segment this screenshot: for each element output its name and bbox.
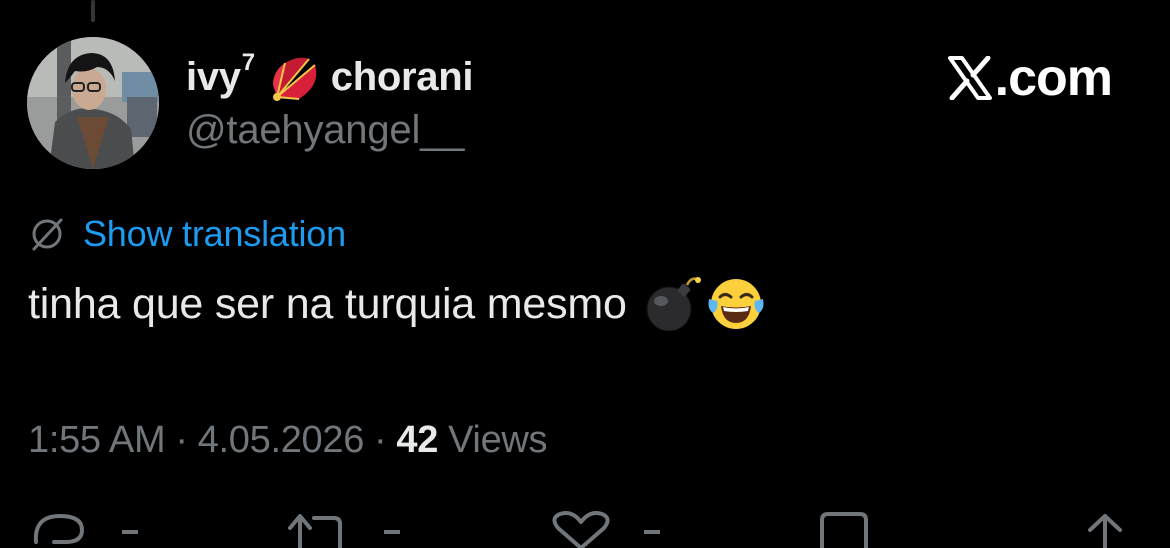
x-brand-watermark: .com	[947, 49, 1113, 107]
globe-icon	[32, 218, 63, 251]
like-icon[interactable]	[548, 508, 614, 548]
display-name[interactable]: ivy	[186, 55, 241, 100]
views-count: 42	[396, 418, 439, 461]
bomb-emoji	[646, 277, 701, 332]
tweet-meta: 1:55 AM · 4.05.2026 · 42 Views	[28, 416, 548, 464]
retweet-count	[384, 530, 400, 534]
retweet-icon[interactable]	[282, 508, 352, 548]
reply-count	[122, 530, 138, 534]
like-count	[644, 530, 660, 534]
avatar-photo	[27, 37, 159, 169]
thread-connector-line	[91, 0, 95, 22]
tweet-text: tinha que ser na turquia mesmo	[28, 274, 767, 334]
show-translation-link[interactable]: Show translation	[83, 213, 346, 255]
x-logo-icon	[947, 56, 992, 100]
tweet-time[interactable]: 1:55 AM	[28, 419, 166, 462]
share-icon[interactable]	[1080, 508, 1130, 548]
x-brand-text: .com	[994, 49, 1113, 107]
display-name-superscript: 7	[241, 49, 255, 76]
show-translation-row[interactable]: Show translation	[28, 212, 346, 256]
meta-separator: ·	[175, 418, 188, 461]
user-handle[interactable]: @taehyangel__	[186, 108, 464, 153]
avatar[interactable]	[27, 37, 159, 169]
action-bar	[0, 508, 1170, 548]
face-with-tears-of-joy-emoji	[708, 279, 764, 329]
tweet-date[interactable]: 4.05.2026	[198, 419, 365, 462]
tweet-body-text: tinha que ser na turquia mesmo	[28, 279, 627, 328]
folding-fan-icon	[272, 57, 317, 101]
bookmark-icon[interactable]	[816, 508, 872, 548]
reply-icon[interactable]	[30, 508, 90, 548]
display-name-row[interactable]: ivy 7 chorani	[186, 49, 474, 102]
meta-separator: ·	[374, 418, 387, 461]
display-name-suffix[interactable]: chorani	[331, 55, 474, 100]
views-label: Views	[448, 418, 548, 461]
